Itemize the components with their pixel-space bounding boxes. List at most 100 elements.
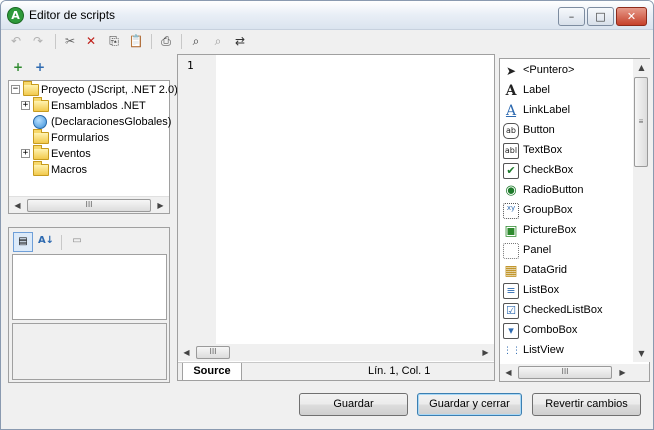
toolbox-item-label-control[interactable]: A Label [500, 81, 632, 101]
radio-button-icon: ◉ [505, 183, 517, 198]
expand-icon[interactable]: + [21, 101, 30, 110]
toolbox-item-checkedlistbox[interactable]: ☑ CheckedListBox [500, 301, 632, 321]
find-next-icon[interactable]: ⌕ [209, 33, 227, 49]
combo-box-icon: ▾ [503, 323, 519, 339]
tab-source[interactable]: Source [182, 363, 242, 381]
toolbox-item-combobox[interactable]: ▾ ComboBox [500, 321, 632, 341]
save-button[interactable]: Guardar [299, 393, 408, 416]
tree-item-macros[interactable]: Macros [9, 161, 169, 178]
scroll-right-icon[interactable]: ▶ [152, 197, 169, 214]
cursor-position: Lín. 1, Col. 1 [368, 365, 431, 377]
textbox-icon: abl [503, 143, 519, 159]
minimize-button[interactable]: – [558, 7, 585, 26]
find-icon[interactable]: ⌕ [187, 33, 205, 49]
toolbox-item-label: Panel [523, 244, 552, 256]
title-bar: A Editor de scripts – □ ✕ [1, 1, 653, 30]
scroll-right-icon[interactable]: ▶ [477, 344, 494, 361]
folder-icon [33, 145, 49, 160]
properties-panel: ▤ A↓ ▭ [8, 227, 170, 383]
editor-horizontal-scrollbar[interactable]: ◀ III ▶ [178, 344, 494, 361]
toolbox-item-groupbox[interactable]: xy GroupBox [500, 201, 632, 221]
toolbar-separator [55, 34, 56, 49]
add-project-item-icon[interactable]: + [9, 59, 27, 75]
scroll-left-icon[interactable]: ◀ [500, 364, 517, 381]
code-editor[interactable]: 1 ◀ III ▶ Source Lín. 1, Col. 1 [177, 54, 495, 381]
toolbar-separator [61, 235, 62, 250]
list-box-icon: ≡ [503, 283, 519, 299]
tree-item-events[interactable]: + Eventos [9, 145, 169, 162]
toolbar-separator [181, 34, 182, 49]
alphabetical-sort-icon[interactable]: A↓ [36, 232, 56, 252]
toolbox-item-listview[interactable]: ⋮⋮ ListView [500, 341, 632, 361]
scroll-right-icon[interactable]: ▶ [614, 364, 631, 381]
tree-item-label: Ensamblados .NET [51, 100, 146, 112]
close-button[interactable]: ✕ [616, 7, 647, 26]
folder-icon [33, 97, 49, 112]
tree-item-forms[interactable]: Formularios [9, 129, 169, 146]
toolbox-item-picturebox[interactable]: ▣ PictureBox [500, 221, 632, 241]
toolbox-item-label: CheckedListBox [523, 304, 603, 316]
folder-open-icon [23, 81, 39, 96]
toolbox-item-pointer[interactable]: ➤ <Puntero> [500, 61, 632, 81]
main-toolbar: ↶ ↷ ✂ ✕ ⎘ 📋 ⎙ ⌕ ⌕ ⇄ [5, 31, 305, 51]
property-description [12, 323, 167, 380]
tree-item-global-declarations[interactable]: (DeclaracionesGlobales) [9, 114, 172, 130]
undo-icon[interactable]: ↶ [7, 33, 25, 49]
link-label-icon: A [505, 103, 517, 119]
expand-icon[interactable]: + [21, 149, 30, 158]
scrollbar-thumb[interactable]: III [196, 346, 230, 359]
redo-icon[interactable]: ↷ [29, 33, 47, 49]
toolbox-item-label: RadioButton [523, 184, 584, 196]
toolbox-item-label: <Puntero> [523, 64, 575, 76]
picture-box-icon: ▣ [504, 223, 518, 239]
toolbox-item-panel[interactable]: Panel [500, 241, 632, 261]
line-number: 1 [187, 59, 194, 72]
replace-icon[interactable]: ⇄ [231, 33, 249, 49]
scrollbar-thumb[interactable]: ≡ [634, 77, 648, 167]
scrollbar-thumb[interactable]: III [27, 199, 151, 212]
toolbox-item-listbox[interactable]: ≡ ListBox [500, 281, 632, 301]
window-title: Editor de scripts [29, 8, 116, 22]
print-icon[interactable]: ⎙ [157, 33, 175, 49]
app-icon: A [7, 7, 24, 24]
maximize-button[interactable]: □ [587, 7, 614, 26]
property-pages-icon[interactable]: ▭ [67, 232, 87, 252]
add-form-icon[interactable]: + [31, 59, 49, 75]
toolbox-horizontal-scrollbar[interactable]: ◀ III ▶ [500, 364, 649, 381]
toolbox-item-datagrid[interactable]: ▦ DataGrid [500, 261, 632, 281]
collapse-icon[interactable]: − [11, 85, 20, 94]
paste-icon[interactable]: 📋 [127, 33, 145, 49]
scroll-left-icon[interactable]: ◀ [9, 197, 26, 214]
label-icon: A [505, 83, 517, 99]
scroll-down-icon[interactable]: ▼ [633, 345, 650, 362]
toolbox-item-checkbox[interactable]: ✔ CheckBox [500, 161, 632, 181]
categorized-icon[interactable]: ▤ [13, 232, 33, 252]
scrollbar-thumb[interactable]: III [518, 366, 612, 379]
toolbox-item-button[interactable]: ab Button [500, 121, 632, 141]
save-and-close-button[interactable]: Guardar y cerrar [417, 393, 522, 416]
panel-icon [503, 243, 519, 259]
line-number-gutter: 1 [178, 55, 216, 344]
scroll-left-icon[interactable]: ◀ [178, 344, 195, 361]
toolbox-item-label: ComboBox [523, 324, 578, 336]
toolbox-item-label: Button [523, 124, 555, 136]
checkbox-icon: ✔ [503, 163, 519, 179]
toolbar-separator [151, 34, 152, 49]
delete-icon[interactable]: ✕ [82, 33, 100, 49]
tree-item-project[interactable]: − Proyecto (JScript, .NET 2.0) [9, 81, 178, 98]
toolbox-item-linklabel[interactable]: A LinkLabel [500, 101, 632, 121]
toolbox-item-radiobutton[interactable]: ◉ RadioButton [500, 181, 632, 201]
toolbox-item-textbox[interactable]: abl TextBox [500, 141, 632, 161]
tree-horizontal-scrollbar[interactable]: ◀ III ▶ [9, 196, 169, 213]
tree-item-assemblies[interactable]: + Ensamblados .NET [9, 97, 169, 114]
revert-changes-button[interactable]: Revertir cambios [532, 393, 641, 416]
globe-icon [33, 115, 47, 129]
toolbox-item-label: DataGrid [523, 264, 568, 276]
copy-icon[interactable]: ⎘ [105, 33, 123, 49]
toolbox-vertical-scrollbar[interactable]: ▲ ≡ ▼ [633, 59, 650, 362]
tree-item-label: (DeclaracionesGlobales) [51, 116, 172, 128]
scroll-up-icon[interactable]: ▲ [633, 59, 650, 76]
cut-icon[interactable]: ✂ [61, 33, 79, 49]
property-grid[interactable] [12, 254, 167, 320]
toolbox-item-label: GroupBox [523, 204, 573, 216]
